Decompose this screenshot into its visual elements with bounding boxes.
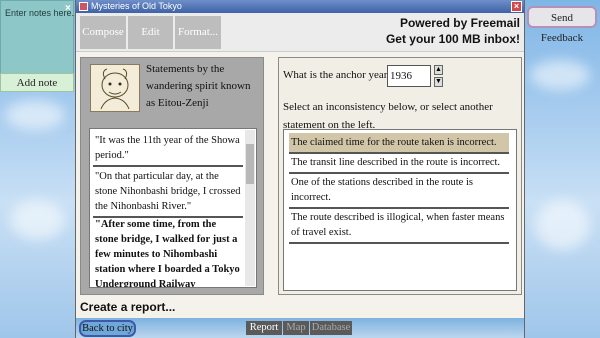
close-icon[interactable]: × <box>65 3 71 14</box>
cloud <box>5 100 65 130</box>
inconsistency-content: What is the anchor year? 1936 ▲ ▼ Select… <box>279 58 521 294</box>
inconsistency-option[interactable]: One of the stations described in the rou… <box>289 173 509 209</box>
format-button[interactable]: Format... <box>175 16 221 49</box>
notes-textarea[interactable]: Enter notes here... × <box>0 0 79 74</box>
inconsistency-option[interactable]: The transit line described in the route … <box>289 153 509 174</box>
send-feedback-button[interactable]: Send Feedback <box>527 6 597 44</box>
add-note-button[interactable]: Add note <box>0 73 74 92</box>
inconsistency-option[interactable]: The route described is illogical, when f… <box>289 208 509 244</box>
anchor-year-input[interactable]: 1936 <box>387 65 431 87</box>
edit-button[interactable]: Edit <box>128 16 173 49</box>
cloud <box>10 200 65 240</box>
statement-item[interactable]: "It was the 11th year of the Showa perio… <box>93 131 243 167</box>
spirit-caption: Statements by the wandering spirit known… <box>146 63 251 109</box>
email-window: Mysteries of Old Tokyo × Compose Edit Fo… <box>75 0 525 338</box>
ad-line-1: Powered by Freemail <box>399 16 520 30</box>
ad-line-2: Get your 100 MB inbox! <box>385 32 520 46</box>
cloud <box>530 60 590 90</box>
title-bar[interactable]: Mysteries of Old Tokyo × <box>76 0 524 13</box>
statements-list: "It was the 11th year of the Showa perio… <box>89 128 257 288</box>
inconsistency-list: The claimed time for the route taken is … <box>283 129 517 291</box>
toolbar: Compose Edit Format... Powered by Freema… <box>76 13 524 52</box>
cloud <box>535 200 590 250</box>
statement-item-selected[interactable]: "After some time, from the stone bridge,… <box>93 215 243 287</box>
bottom-bar: Back to city Report Map Database <box>76 318 524 338</box>
statements-scrollbar[interactable] <box>245 130 255 286</box>
window-title: Mysteries of Old Tokyo <box>91 1 182 11</box>
back-to-city-button[interactable]: Back to city <box>79 320 136 337</box>
increment-icon[interactable]: ▲ <box>434 65 443 75</box>
tab-database[interactable]: Database <box>310 321 352 335</box>
app-icon <box>79 2 88 11</box>
decrement-icon[interactable]: ▼ <box>434 77 443 87</box>
compose-button[interactable]: Compose <box>80 16 126 49</box>
anchor-year-label: What is the anchor year? <box>283 69 393 81</box>
statement-item[interactable]: "On that particular day, at the stone Ni… <box>93 167 243 218</box>
window-close-button[interactable]: × <box>511 1 522 12</box>
tab-map[interactable]: Map <box>283 321 309 335</box>
inconsistency-option-selected[interactable]: The claimed time for the route taken is … <box>289 133 509 154</box>
create-report-heading: Create a report... <box>80 300 176 314</box>
inconsistency-panel: What is the anchor year? 1936 ▲ ▼ Select… <box>278 57 522 295</box>
spirit-portrait <box>90 64 140 112</box>
statements-panel: Statements by the wandering spirit known… <box>80 57 264 295</box>
notes-panel: Enter notes here... × Add note <box>0 0 79 92</box>
tab-report[interactable]: Report <box>246 321 282 335</box>
scrollbar-thumb[interactable] <box>246 144 254 184</box>
